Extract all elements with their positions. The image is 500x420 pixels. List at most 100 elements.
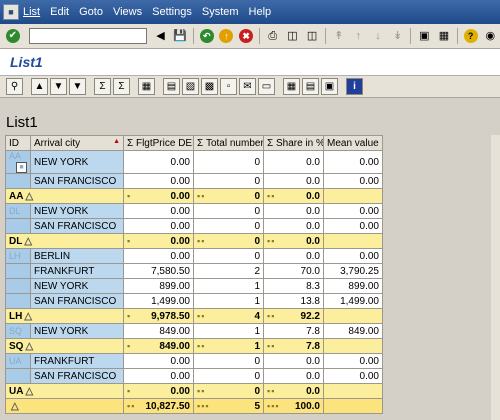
share-cell[interactable]: 70.0	[263, 263, 324, 279]
filter-button[interactable]: ▼	[69, 78, 86, 95]
share-cell[interactable]: 0.0	[263, 353, 324, 369]
mean-value-cell[interactable]: 0.00	[323, 203, 383, 219]
mean-value-cell[interactable]: 0.00	[323, 218, 383, 234]
flight-price-cell[interactable]: 1,499.00	[123, 293, 194, 309]
mean-value-cell[interactable]: 0.00	[323, 248, 383, 264]
subtotal-row[interactable]: SQ △ ▪ 849.00 ▪▪ 1 ▪▪ 7.8	[5, 338, 383, 354]
table-row[interactable]: AA ■ NEW YORK 0.00 0 0.0 0.00	[5, 150, 383, 174]
menu-goto[interactable]: Goto	[79, 6, 103, 18]
enter-button[interactable]: ✔	[4, 27, 22, 45]
share-cell[interactable]: 8.3	[263, 278, 324, 294]
save-button[interactable]: 💾	[171, 27, 189, 45]
flight-price-cell[interactable]: 0.00	[123, 248, 194, 264]
share-cell[interactable]: 0.0	[263, 248, 324, 264]
mean-value-cell[interactable]: 0.00	[323, 368, 383, 384]
table-row[interactable]: UA FRANKFURT 0.00 0 0.0 0.00	[5, 353, 383, 369]
arrival-city-cell[interactable]: FRANKFURT	[30, 353, 124, 369]
arrival-city-cell[interactable]: FRANKFURT	[30, 263, 124, 279]
mean-value-cell[interactable]: 849.00	[323, 323, 383, 339]
menu-settings[interactable]: Settings	[152, 6, 192, 18]
subtotal-button[interactable]: Σ	[113, 78, 130, 95]
print-preview-button[interactable]: ▦	[138, 78, 155, 95]
arrival-city-cell[interactable]: NEW YORK	[30, 203, 124, 219]
flight-price-cell[interactable]: 7,580.50	[123, 263, 194, 279]
export-button[interactable]: ▤	[163, 78, 180, 95]
word-processing-button[interactable]: ▩	[201, 78, 218, 95]
info-button[interactable]: i	[346, 78, 363, 95]
mail-button[interactable]: ✉	[239, 78, 256, 95]
table-row[interactable]: SAN FRANCISCO 0.00 0 0.0 0.00	[5, 173, 383, 189]
mean-value-cell[interactable]: 0.00	[323, 353, 383, 369]
total-number-cell[interactable]: 1	[193, 278, 264, 294]
share-cell[interactable]: 0.0	[263, 203, 324, 219]
system-menu-icon[interactable]: ■	[3, 4, 19, 20]
total-number-cell[interactable]: 1	[193, 293, 264, 309]
next-page-button[interactable]: ↓	[369, 27, 387, 45]
table-row[interactable]: SAN FRANCISCO 1,499.00 1 13.8 1,499.00	[5, 293, 383, 309]
first-page-button[interactable]: ↟	[330, 27, 348, 45]
column-header-arrival-city[interactable]: Arrival city ▲	[30, 135, 124, 151]
help-button[interactable]: ?	[462, 27, 480, 45]
flight-price-cell[interactable]: 0.00	[123, 368, 194, 384]
column-header-mean-value[interactable]: Mean value	[323, 135, 383, 151]
total-number-cell[interactable]: 0	[193, 248, 264, 264]
details-button[interactable]: ⚲	[6, 78, 23, 95]
flight-price-cell[interactable]: 849.00	[123, 323, 194, 339]
arrival-city-cell[interactable]: NEW YORK	[30, 150, 124, 174]
exit-button[interactable]: ↑	[218, 27, 236, 45]
menu-list[interactable]: List	[23, 6, 40, 18]
arrival-city-cell[interactable]: SAN FRANCISCO	[30, 293, 124, 309]
history-icon[interactable]: ◀	[152, 27, 170, 45]
flight-price-cell[interactable]: 0.00	[123, 203, 194, 219]
subtotal-row[interactable]: DL △ ▪ 0.00 ▪▪ 0 ▪▪ 0.0	[5, 233, 383, 249]
local-file-button[interactable]: ▫	[220, 78, 237, 95]
shortcut-button[interactable]: ▦	[435, 27, 453, 45]
total-number-cell[interactable]: 0	[193, 368, 264, 384]
total-number-cell[interactable]: 0	[193, 218, 264, 234]
change-layout-button[interactable]: ▦	[283, 78, 300, 95]
print-button[interactable]: ⎙	[264, 27, 282, 45]
flight-price-cell[interactable]: 0.00	[123, 218, 194, 234]
menu-views[interactable]: Views	[113, 6, 142, 18]
column-header-flight-price[interactable]: Σ FlgtPrice DEM	[123, 135, 194, 151]
total-number-cell[interactable]: 1	[193, 323, 264, 339]
total-number-cell[interactable]: 0	[193, 353, 264, 369]
table-row[interactable]: SAN FRANCISCO 0.00 0 0.0 0.00	[5, 368, 383, 384]
share-cell[interactable]: 0.0	[263, 368, 324, 384]
flight-price-cell[interactable]: 899.00	[123, 278, 194, 294]
mean-value-cell[interactable]: 1,499.00	[323, 293, 383, 309]
share-cell[interactable]: 13.8	[263, 293, 324, 309]
command-field[interactable]	[28, 28, 147, 44]
arrival-city-cell[interactable]: NEW YORK	[30, 278, 124, 294]
column-header-share[interactable]: Σ Share in %	[263, 135, 324, 151]
subtotal-row[interactable]: LH △ ▪ 9,978.50 ▪▪ 4 ▪▪ 92.2	[5, 308, 383, 324]
arrival-city-cell[interactable]: SAN FRANCISCO	[30, 368, 124, 384]
total-button[interactable]: Σ	[94, 78, 111, 95]
arrival-city-cell[interactable]: BERLIN	[30, 248, 124, 264]
mean-value-cell[interactable]: 899.00	[323, 278, 383, 294]
select-row-icon[interactable]: ■	[16, 162, 27, 173]
total-number-cell[interactable]: 0	[193, 203, 264, 219]
save-layout-button[interactable]: ▣	[321, 78, 338, 95]
table-row[interactable]: SQ NEW YORK 849.00 1 7.8 849.00	[5, 323, 383, 339]
column-header-total-number[interactable]: Σ Total number	[193, 135, 264, 151]
previous-page-button[interactable]: ↑	[350, 27, 368, 45]
sort-descending-button[interactable]: ▼	[50, 78, 67, 95]
menu-system[interactable]: System	[202, 6, 239, 18]
share-cell[interactable]: 0.0	[263, 218, 324, 234]
arrival-city-cell[interactable]: SAN FRANCISCO	[30, 173, 124, 189]
share-cell[interactable]: 0.0	[263, 173, 324, 189]
total-number-cell[interactable]: 2	[193, 263, 264, 279]
share-cell[interactable]: 0.0	[263, 150, 324, 174]
menu-help[interactable]: Help	[249, 6, 272, 18]
find-next-button[interactable]: ◫	[303, 27, 321, 45]
sort-ascending-button[interactable]: ▲	[31, 78, 48, 95]
arrival-city-cell[interactable]: SAN FRANCISCO	[30, 218, 124, 234]
subtotal-row[interactable]: UA △ ▪ 0.00 ▪▪ 0 ▪▪ 0.0	[5, 383, 383, 399]
table-row[interactable]: FRANKFURT 7,580.50 2 70.0 3,790.25	[5, 263, 383, 279]
mean-value-cell[interactable]: 0.00	[323, 173, 383, 189]
new-session-button[interactable]: ▣	[415, 27, 433, 45]
flight-price-cell[interactable]: 0.00	[123, 173, 194, 189]
subtotal-row[interactable]: AA △ ▪ 0.00 ▪▪ 0 ▪▪ 0.0	[5, 188, 383, 204]
find-button[interactable]: ◫	[284, 27, 302, 45]
